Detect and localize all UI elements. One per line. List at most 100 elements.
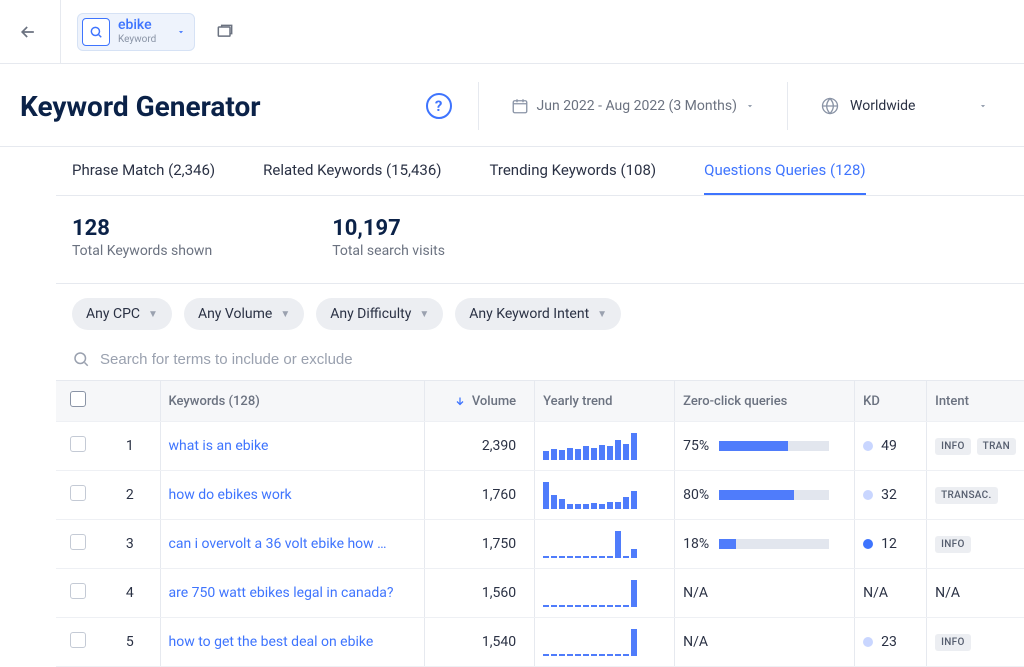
col-keywords[interactable]: Keywords (128) [160,381,425,422]
region-label: Worldwide [850,98,915,114]
tab[interactable]: Phrase Match (2,346) [72,161,215,195]
filter-chip[interactable]: Any Keyword Intent ▼ [455,298,621,330]
caret-down-icon [745,101,755,111]
keyword-link[interactable]: can i overvolt a 36 volt ebike how … [169,536,387,552]
intent: INFO [935,536,1016,553]
col-intent[interactable]: Intent [927,381,1024,422]
sort-desc-icon [454,395,466,407]
col-volume[interactable]: Volume [425,381,535,422]
zero-click-bar [719,490,829,500]
kd-value: 49 [881,438,897,454]
kd: 32 [863,487,918,503]
tab[interactable]: Related Keywords (15,436) [263,161,441,195]
keyword-value: ebike [118,18,156,33]
kd: 12 [863,536,918,552]
zero-click: 80% [683,487,846,503]
caret-down-icon [176,27,186,37]
row-checkbox[interactable] [70,632,86,648]
select-all-checkbox[interactable] [70,391,86,407]
search-input[interactable] [100,351,500,368]
filter-chip[interactable]: Any Difficulty▼ [316,298,443,330]
search-icon [89,25,103,39]
stat-label: Total search visits [332,243,445,259]
header-row: Keyword Generator ? Jun 2022 - Aug 2022 … [0,64,1024,147]
help-button[interactable]: ? [426,93,452,119]
row-checkbox[interactable] [70,436,86,452]
tab[interactable]: Trending Keywords (108) [490,161,657,195]
row-checkbox[interactable] [70,534,86,550]
top-bar: ebike Keyword [0,0,1024,64]
stat-value: 10,197 [332,216,445,241]
keyword-selector[interactable]: ebike Keyword [77,13,195,51]
volume-cell: 2,390 [425,422,535,471]
intent-tag: TRANSAC. [935,487,997,504]
row-checkbox[interactable] [70,583,86,599]
divider [478,82,479,130]
intent: TRANSAC. [935,487,1016,504]
col-zero[interactable]: Zero-click queries [675,381,855,422]
trend-sparkline [543,530,666,558]
kd-dot-icon [863,539,873,549]
kd-dot-icon [863,490,873,500]
stat-label: Total Keywords shown [72,243,212,259]
tab[interactable]: Questions Queries (128) [704,161,865,195]
filter-chip[interactable]: Any Volume ▼ [184,298,304,330]
filter-label: Any Keyword Intent [469,306,589,322]
date-range-picker[interactable]: Jun 2022 - Aug 2022 (3 Months) [495,97,771,115]
intent-tag: INFO [935,438,971,455]
intent: INFO [935,634,1016,651]
col-checkbox [56,381,100,422]
zero-click-bar [719,441,829,451]
keyword-link[interactable]: how to get the best deal on ebike [169,634,374,650]
arrow-left-icon [18,22,38,42]
zero-click: 75% [683,438,846,454]
table-header-row: Keywords (128) Volume Yearly trend Zero-… [56,381,1024,422]
trend-sparkline [543,432,666,460]
keywords-table: Keywords (128) Volume Yearly trend Zero-… [56,381,1024,667]
caret-down-icon [978,101,988,111]
caret-down-icon: ▼ [148,309,158,320]
kd: 49 [863,438,918,454]
filter-label: Any CPC [86,306,140,322]
filters-row: Any CPC▼Any Volume▼Any Difficulty▼Any Ke… [56,284,1024,344]
stat-value: 128 [72,216,212,241]
caret-down-icon: ▼ [419,309,429,320]
globe-icon [820,96,840,116]
trend-sparkline [543,579,666,607]
volume-cell: 1,760 [425,471,535,520]
zero-click: 18% [683,536,846,552]
search-icon [72,350,90,368]
keyword-sublabel: Keyword [118,34,156,45]
row-index: 5 [100,618,160,667]
page-title: Keyword Generator [20,90,410,123]
filter-chip[interactable]: Any CPC ▼ [72,298,172,330]
calendar-icon [511,97,529,115]
row-checkbox[interactable] [70,485,86,501]
volume-cell: 1,750 [425,520,535,569]
intent-tag: TRAN [977,438,1016,455]
caret-down-icon: ▼ [280,309,290,320]
new-tab-button[interactable] [215,22,235,42]
keyword-link[interactable]: what is an ebike [169,438,269,454]
back-button[interactable] [12,16,44,48]
keyword-pill-text: ebike Keyword [118,18,156,44]
table-row: 3 can i overvolt a 36 volt ebike how … 1,7… [56,520,1024,569]
caret-down-icon: ▼ [597,309,607,320]
zero-click-bar [719,539,829,549]
kd-dot-icon [863,441,873,451]
volume-cell: 1,540 [425,618,535,667]
row-index: 3 [100,520,160,569]
search-row [56,344,1024,381]
stat-total-keywords: 128 Total Keywords shown [72,216,212,259]
filter-label: Any Volume [198,306,272,322]
col-trend[interactable]: Yearly trend [535,381,675,422]
keyword-link[interactable]: are 750 watt ebikes legal in canada? [169,585,394,601]
divider [787,82,788,130]
col-kd[interactable]: KD [855,381,927,422]
col-index [100,381,160,422]
stats-row: 128 Total Keywords shown 10,197 Total se… [56,196,1024,284]
row-index: 2 [100,471,160,520]
region-picker[interactable]: Worldwide [804,96,1004,116]
keyword-link[interactable]: how do ebikes work [169,487,292,503]
zero-click-na: N/A [683,585,708,601]
